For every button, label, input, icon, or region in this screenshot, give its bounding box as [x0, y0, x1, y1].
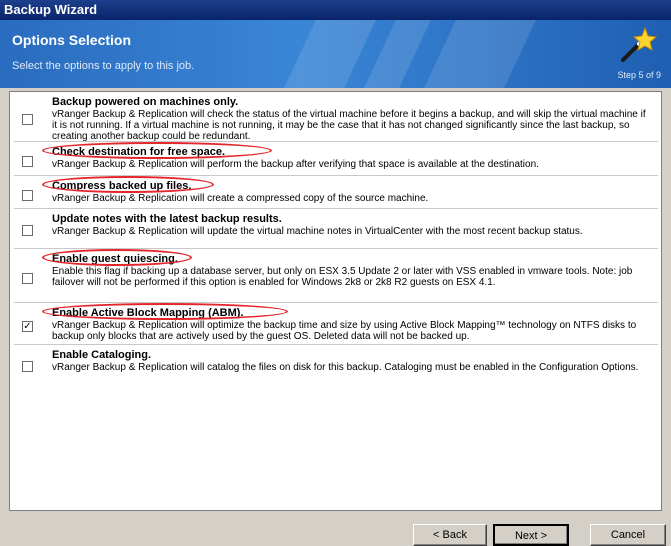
option-compress[interactable]: Compress backed up files. vRanger Backup…: [14, 176, 658, 209]
option-description: vRanger Backup & Replication will catalo…: [52, 362, 639, 373]
checkbox-backup-powered-on[interactable]: [22, 114, 33, 125]
option-active-block-mapping[interactable]: ✓ Enable Active Block Mapping (ABM). vRa…: [14, 303, 658, 345]
option-description: Enable this flag if backing up a databas…: [52, 266, 633, 288]
option-description: vRanger Backup & Replication will check …: [52, 109, 646, 142]
annotation-circle: [42, 142, 272, 159]
window-title: Backup Wizard: [0, 0, 671, 20]
page-subtitle: Select the options to apply to this job.: [12, 60, 195, 72]
option-update-notes[interactable]: Update notes with the latest backup resu…: [14, 211, 658, 249]
wizard-header: Options Selection Select the options to …: [0, 20, 671, 88]
step-indicator: Step 5 of 9: [617, 70, 661, 80]
annotation-circle: [42, 303, 288, 320]
option-check-destination[interactable]: Check destination for free space. vRange…: [14, 142, 658, 176]
option-cataloging[interactable]: Enable Cataloging. vRanger Backup & Repl…: [14, 347, 658, 387]
next-button[interactable]: Next >: [493, 524, 569, 546]
checkbox-check-destination[interactable]: [22, 156, 33, 167]
annotation-circle: [42, 176, 214, 193]
checkbox-cataloging[interactable]: [22, 361, 33, 372]
page-title: Options Selection: [12, 32, 132, 48]
annotation-circle: [42, 249, 192, 266]
option-title: Enable Cataloging.: [52, 349, 152, 361]
wizard-wand-icon: [621, 26, 657, 62]
checkbox-update-notes[interactable]: [22, 225, 33, 236]
option-description: vRanger Backup & Replication will create…: [52, 193, 429, 204]
option-title: Backup powered on machines only.: [52, 96, 239, 108]
option-description: vRanger Backup & Replication will optimi…: [52, 320, 637, 342]
back-button[interactable]: < Back: [413, 524, 487, 546]
options-list: Backup powered on machines only. vRanger…: [9, 91, 662, 511]
option-guest-quiescing[interactable]: Enable guest quiescing. Enable this flag…: [14, 249, 658, 303]
checkbox-guest-quiescing[interactable]: [22, 273, 33, 284]
option-backup-powered-on[interactable]: Backup powered on machines only. vRanger…: [14, 94, 658, 142]
option-description: vRanger Backup & Replication will update…: [52, 226, 583, 237]
option-description: vRanger Backup & Replication will perfor…: [52, 159, 539, 170]
cancel-button[interactable]: Cancel: [590, 524, 666, 546]
checkbox-active-block-mapping[interactable]: ✓: [22, 321, 33, 332]
checkbox-compress[interactable]: [22, 190, 33, 201]
option-title: Update notes with the latest backup resu…: [52, 213, 282, 225]
